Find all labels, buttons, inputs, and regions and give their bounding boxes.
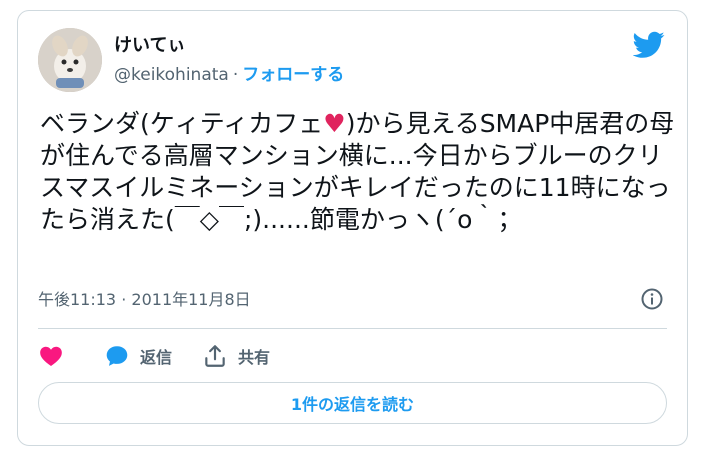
share-icon bbox=[205, 345, 225, 367]
read-replies-button[interactable]: 1件の返信を読む bbox=[38, 382, 667, 424]
share-button[interactable]: 共有 bbox=[202, 343, 270, 369]
twitter-bird-icon[interactable] bbox=[633, 31, 665, 59]
user-handle[interactable]: @keikohinata bbox=[114, 65, 229, 85]
share-label: 共有 bbox=[238, 348, 271, 367]
tweet-card: けいてぃ @keikohinata · フォローする ベランダ(ケィティカフェ♥)か… bbox=[17, 10, 688, 446]
tweet-time: 午後11:13 bbox=[38, 290, 117, 309]
handle-row: @keikohinata · フォローする bbox=[114, 64, 344, 86]
info-icon[interactable] bbox=[640, 287, 664, 311]
dog-photo-icon bbox=[38, 28, 102, 92]
handle-separator: · bbox=[232, 65, 239, 85]
reply-bubble-icon bbox=[106, 346, 128, 366]
heart-icon bbox=[40, 346, 62, 366]
reply-button[interactable]: 返信 bbox=[104, 343, 172, 369]
tweet-actions: 返信 共有 bbox=[38, 341, 300, 371]
follow-link[interactable]: フォローする bbox=[242, 65, 344, 85]
tweet-timestamp[interactable]: 午後11:13 · 2011年11月8日 bbox=[38, 290, 251, 310]
tweet-text-part-1: ベランダ(ケィティカフェ bbox=[40, 109, 324, 138]
avatar[interactable] bbox=[38, 28, 102, 92]
tweet-text: ベランダ(ケィティカフェ♥)から見えるSMAP中居君の母が住んでる高層マンション… bbox=[40, 108, 680, 236]
display-name[interactable]: けいてぃ bbox=[114, 35, 185, 57]
heart-emoji-icon: ♥ bbox=[323, 109, 346, 138]
like-button[interactable] bbox=[38, 343, 74, 369]
tweet-date: 2011年11月8日 bbox=[131, 290, 251, 309]
timestamp-separator: · bbox=[121, 290, 127, 309]
divider bbox=[38, 328, 667, 329]
reply-label: 返信 bbox=[140, 348, 173, 367]
